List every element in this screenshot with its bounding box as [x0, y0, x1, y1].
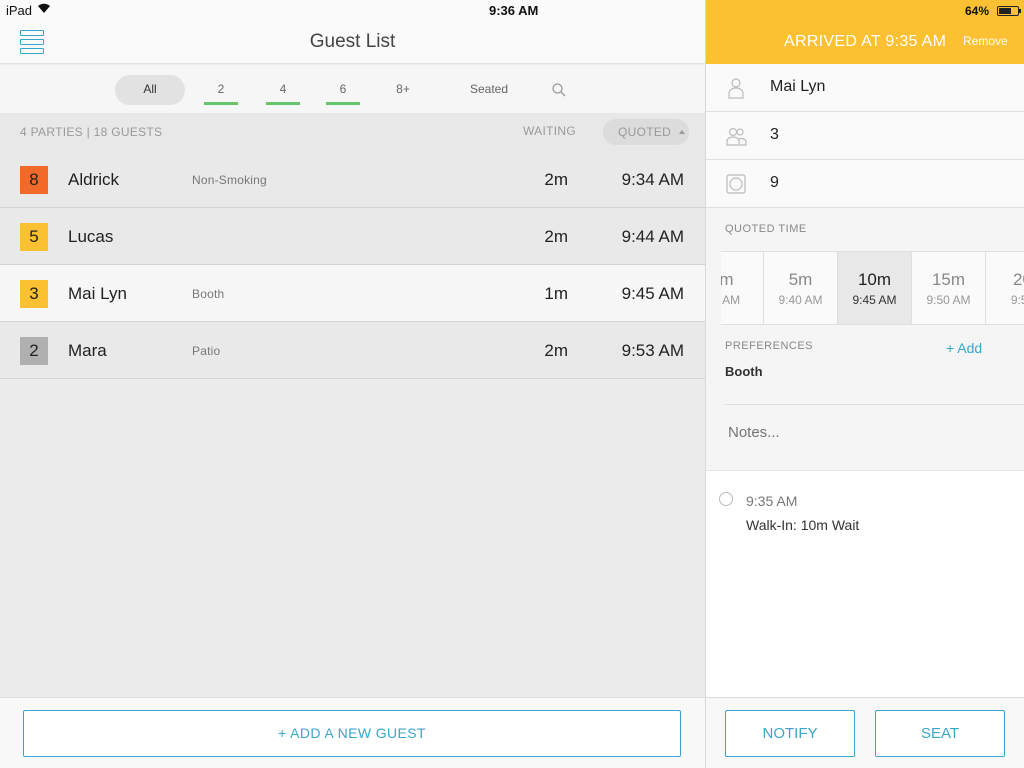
party-row-mara[interactable]: 2 Mara Patio 2m 9:53 AM — [0, 322, 705, 379]
party-size-field[interactable]: 3 — [706, 112, 1024, 160]
filter-6[interactable]: 6 — [326, 75, 360, 105]
party-row-aldrick[interactable]: 8 Aldrick Non-Smoking 2m 9:34 AM — [0, 151, 705, 208]
preferences-label: PREFERENCES — [725, 340, 814, 352]
time-option[interactable]: 5m 9:40 AM — [764, 252, 838, 324]
guest-name: Mai Lyn — [770, 78, 826, 95]
party-wait: 1m — [544, 284, 568, 303]
filter-2[interactable]: 2 — [204, 75, 238, 105]
party-size-value: 3 — [770, 126, 779, 143]
timeline-dot-icon — [719, 492, 733, 506]
time-option[interactable]: 15m 9:50 AM — [912, 252, 986, 324]
party-quoted-time: 9:45 AM — [621, 284, 684, 303]
party-name: Mara — [68, 341, 107, 360]
waiting-column-header[interactable]: WAITING — [523, 124, 576, 138]
battery-icon — [997, 6, 1021, 16]
party-summary: 4 PARTIES | 18 GUESTS — [20, 125, 163, 139]
action-bar: NOTIFY SEAT — [706, 697, 1024, 768]
arrival-status: ARRIVED AT 9:35 AM — [784, 33, 947, 50]
search-icon[interactable] — [551, 82, 567, 98]
notes-input[interactable] — [728, 424, 1008, 441]
party-wait: 2m — [544, 170, 568, 189]
bottom-bar: + ADD A NEW GUEST — [0, 697, 705, 768]
party-row-mai-lyn[interactable]: 3 Mai Lyn Booth 1m 9:45 AM — [0, 265, 705, 322]
divider — [725, 404, 1024, 405]
person-icon — [728, 78, 744, 99]
party-name: Mai Lyn — [68, 284, 127, 303]
battery-percent: 64% — [965, 4, 990, 18]
carrier-label: iPad — [6, 3, 33, 18]
group-icon — [726, 127, 747, 146]
quoted-sort-button[interactable]: QUOTED — [603, 119, 689, 145]
party-wait: 2m — [544, 227, 568, 246]
table-field[interactable]: 9 — [706, 160, 1024, 208]
history-time: 9:35 AM — [746, 493, 798, 509]
party-size-badge: 5 — [20, 223, 48, 251]
party-name: Lucas — [68, 227, 114, 246]
filter-8-plus[interactable]: 8+ — [386, 75, 420, 105]
quoted-column-label: QUOTED — [618, 125, 672, 139]
party-quoted-time: 9:53 AM — [621, 341, 684, 360]
party-size-badge: 2 — [20, 337, 48, 365]
party-detail-pane: 64% ARRIVED AT 9:35 AM Remove Mai Lyn 3 … — [705, 0, 1024, 768]
guest-list-pane: iPad 9:36 AM Guest List All 2 4 6 8+ Sea… — [0, 0, 705, 768]
history-log: 9:35 AM Walk-In: 10m Wait — [706, 471, 1024, 697]
clock: 9:36 AM — [489, 3, 539, 18]
notify-button[interactable]: NOTIFY — [725, 710, 855, 757]
remove-button[interactable]: Remove — [963, 34, 1008, 48]
party-size-badge: 3 — [20, 280, 48, 308]
preference-value[interactable]: Booth — [725, 364, 763, 379]
wifi-icon — [38, 3, 50, 13]
guest-name-field[interactable]: Mai Lyn — [706, 64, 1024, 112]
add-preference-button[interactable]: + Add — [946, 340, 982, 356]
party-name: Aldrick — [68, 170, 120, 189]
quoted-time-label: QUOTED TIME — [725, 223, 807, 235]
time-option[interactable]: 20 9:55 — [986, 252, 1024, 324]
party-quoted-time: 9:34 AM — [621, 170, 684, 189]
list-column-header: 4 PARTIES | 18 GUESTS WAITING QUOTED — [0, 113, 705, 151]
arrival-banner: 64% ARRIVED AT 9:35 AM Remove — [706, 0, 1024, 64]
sort-ascending-icon — [679, 130, 685, 134]
party-list: 8 Aldrick Non-Smoking 2m 9:34 AM 5 Lucas… — [0, 151, 705, 379]
party-wait: 2m — [544, 341, 568, 360]
party-preference: Booth — [192, 287, 225, 301]
table-icon — [726, 174, 746, 194]
history-description: Walk-In: 10m Wait — [746, 517, 860, 533]
party-preference: Patio — [192, 344, 221, 358]
add-guest-button[interactable]: + ADD A NEW GUEST — [23, 710, 681, 757]
status-bar: iPad 9:36 AM — [0, 0, 705, 22]
party-row-lucas[interactable]: 5 Lucas 2m 9:44 AM — [0, 208, 705, 265]
time-option-selected[interactable]: 10m 9:45 AM — [838, 252, 912, 324]
time-option[interactable]: m 5 AM — [721, 252, 764, 324]
filter-4[interactable]: 4 — [266, 75, 300, 105]
filter-all[interactable]: All — [115, 75, 185, 105]
page-title: Guest List — [309, 31, 396, 52]
table-number: 9 — [770, 174, 779, 191]
quoted-time-picker[interactable]: m 5 AM 5m 9:40 AM 10m 9:45 AM 15m 9:50 A… — [721, 251, 1024, 325]
party-size-badge: 8 — [20, 166, 48, 194]
party-preference: Non-Smoking — [192, 173, 267, 187]
party-quoted-time: 9:44 AM — [621, 227, 684, 246]
seat-button[interactable]: SEAT — [875, 710, 1005, 757]
header: Guest List — [0, 22, 705, 64]
filter-seated[interactable]: Seated — [460, 75, 518, 105]
party-size-filters: All 2 4 6 8+ Seated — [0, 65, 705, 113]
